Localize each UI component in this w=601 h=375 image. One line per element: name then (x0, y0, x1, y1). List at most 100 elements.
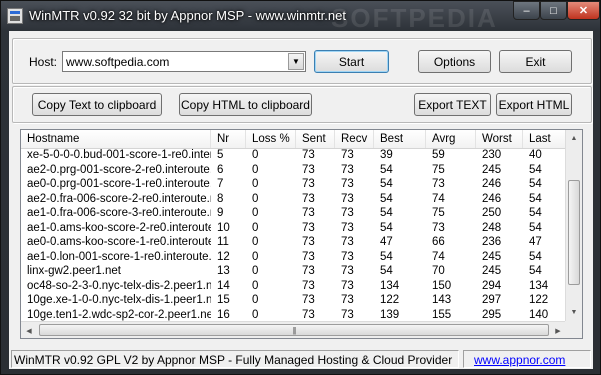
column-header-nr[interactable]: Nr (211, 130, 246, 148)
table-cell: 73 (341, 250, 354, 263)
column-header-hostname[interactable]: Hostname (21, 130, 211, 148)
softpedia-watermark: SOFTPEDIA (331, 3, 498, 33)
table-cell: 230 (482, 149, 502, 161)
table-cell: 73 (302, 192, 315, 205)
appnor-link[interactable]: www.appnor.com (463, 350, 591, 368)
table-cell: 14 (217, 279, 230, 292)
table-cell: 59 (432, 149, 445, 161)
table-row[interactable]: ae1-0.fra-006-score-3-re0.interoute.net 9… (21, 206, 566, 221)
window-title: WinMTR v0.92 32 bit by Appnor MSP - www.… (29, 8, 346, 23)
list-rows: xe-5-0-0-0.bud-001-score-1-re0.interou..… (21, 148, 566, 337)
dropdown-arrow-icon[interactable]: ▼ (288, 53, 304, 70)
scroll-down-icon[interactable]: ▼ (566, 304, 582, 321)
table-cell: 0 (252, 178, 259, 190)
scroll-left-icon[interactable]: ◀ (21, 322, 37, 338)
table-cell: 11 (217, 236, 229, 248)
table-cell: ae0-0.ams-koo-score-1-re0.interoute.net (27, 236, 211, 248)
table-cell: 73 (302, 207, 315, 219)
table-row[interactable]: linx-gw2.peer1.net 13 0 73 73 54 70 245 54 (21, 264, 566, 279)
status-bar: WinMTR v0.92 GPL V2 by Appnor MSP - Full… (9, 347, 593, 369)
table-cell: linx-gw2.peer1.net (27, 265, 121, 277)
table-cell: 0 (252, 308, 259, 321)
table-cell: 150 (432, 279, 452, 292)
horizontal-scrollbar[interactable]: ◀ ||| ▶ (21, 321, 566, 338)
minimize-button[interactable]: – (513, 1, 540, 20)
table-cell: 246 (482, 178, 502, 190)
column-header-last[interactable]: Last (523, 130, 566, 148)
table-cell: 0 (252, 236, 259, 248)
table-cell: 236 (482, 236, 502, 248)
table-cell: 6 (217, 163, 224, 176)
winmtr-app-icon[interactable] (7, 8, 23, 24)
table-cell: 8 (217, 192, 224, 205)
column-header-recv[interactable]: Recv (335, 130, 374, 148)
table-row[interactable]: 10ge.xe-1-0-0.nyc-telx-dis-1.peer1.net 15… (21, 293, 566, 308)
table-cell: 54 (529, 250, 542, 263)
table-cell: 297 (482, 294, 502, 306)
vertical-scroll-thumb[interactable] (568, 180, 580, 285)
scroll-right-icon[interactable]: ▶ (550, 322, 566, 338)
exit-button[interactable]: Exit (499, 50, 572, 73)
table-cell: 248 (482, 221, 502, 234)
table-cell: 54 (380, 178, 393, 190)
scroll-up-icon[interactable]: ▲ (566, 130, 582, 147)
table-row[interactable]: ae2-0.prg-001-score-2-re0.interoute.net 6… (21, 163, 566, 178)
table-cell: 73 (341, 294, 354, 306)
table-cell: 73 (341, 279, 354, 292)
table-cell: 15 (217, 294, 230, 306)
table-row[interactable]: ae0-0.ams-koo-score-1-re0.interoute.net 1… (21, 235, 566, 250)
table-cell: 0 (252, 192, 259, 205)
export-html-button[interactable]: Export HTML (496, 93, 572, 116)
table-row[interactable]: ae2-0.fra-006-score-2-re0.interoute.net 8… (21, 192, 566, 207)
table-cell: 12 (217, 250, 230, 263)
app-window: WinMTR v0.92 32 bit by Appnor MSP - www.… (0, 0, 601, 375)
table-cell: oc48-so-2-3-0.nyc-telx-dis-2.peer1.net (27, 279, 211, 292)
column-header-worst[interactable]: Worst (476, 130, 523, 148)
table-cell: 54 (529, 265, 542, 277)
table-cell: 73 (302, 279, 315, 292)
vertical-scrollbar[interactable]: ▲ ▼ (565, 130, 582, 321)
maximize-button[interactable]: □ (540, 1, 567, 20)
trace-results-list[interactable]: Hostname Nr Loss % Sent Recv Best Avrg Worst Las… (20, 129, 583, 339)
export-text-button[interactable]: Export TEXT (414, 93, 491, 116)
host-input[interactable] (65, 53, 289, 70)
host-combobox[interactable]: ▼ (62, 51, 306, 72)
table-cell: ae1-0.lon-001-score-1-re0.interoute.net (27, 250, 211, 263)
table-cell: 0 (252, 163, 259, 176)
table-row[interactable]: oc48-so-2-3-0.nyc-telx-dis-2.peer1.net 14… (21, 279, 566, 294)
list-header: Hostname Nr Loss % Sent Recv Best Avrg Worst Las… (21, 130, 566, 149)
table-cell: 39 (380, 149, 393, 161)
table-cell: 155 (432, 308, 452, 321)
copy-html-button[interactable]: Copy HTML to clipboard (179, 93, 312, 116)
table-cell: 40 (529, 149, 542, 161)
table-cell: 54 (380, 192, 393, 205)
table-row[interactable]: xe-5-0-0-0.bud-001-score-1-re0.interou..… (21, 148, 566, 163)
table-cell: 245 (482, 265, 502, 277)
column-header-avrg[interactable]: Avrg (426, 130, 476, 148)
title-bar[interactable]: WinMTR v0.92 32 bit by Appnor MSP - www.… (1, 1, 600, 33)
table-cell: 54 (380, 163, 393, 176)
table-cell: 73 (341, 221, 354, 234)
table-row[interactable]: ae0-0.prg-001-score-1-re0.interoute.net 7… (21, 177, 566, 192)
column-header-sent[interactable]: Sent (296, 130, 335, 148)
table-cell: 73 (341, 178, 354, 190)
table-row[interactable]: ae1-0.ams-koo-score-2-re0.interoute.... 1… (21, 221, 566, 236)
table-cell: ae1-0.fra-006-score-3-re0.interoute.net (27, 207, 211, 219)
table-row[interactable]: ae1-0.lon-001-score-1-re0.interoute.net 1… (21, 250, 566, 265)
close-button[interactable]: ✕ (567, 1, 600, 20)
table-cell: 54 (529, 178, 542, 190)
table-cell: 73 (432, 221, 445, 234)
table-row[interactable]: 10ge.ten1-2.wdc-sp2-cor-2.peer1.net 16 0 73… (21, 308, 566, 323)
table-cell: 9 (217, 207, 224, 219)
table-cell: 54 (529, 207, 542, 219)
table-cell: 0 (252, 250, 259, 263)
table-cell: 73 (302, 178, 315, 190)
column-header-best[interactable]: Best (374, 130, 426, 148)
copy-text-button[interactable]: Copy Text to clipboard (32, 93, 162, 116)
table-cell: 47 (380, 236, 393, 248)
start-button[interactable]: Start (314, 50, 389, 73)
column-header-loss[interactable]: Loss % (246, 130, 296, 148)
options-button[interactable]: Options (418, 50, 491, 73)
horizontal-scroll-thumb[interactable]: ||| (39, 324, 549, 336)
table-cell: 75 (432, 207, 445, 219)
